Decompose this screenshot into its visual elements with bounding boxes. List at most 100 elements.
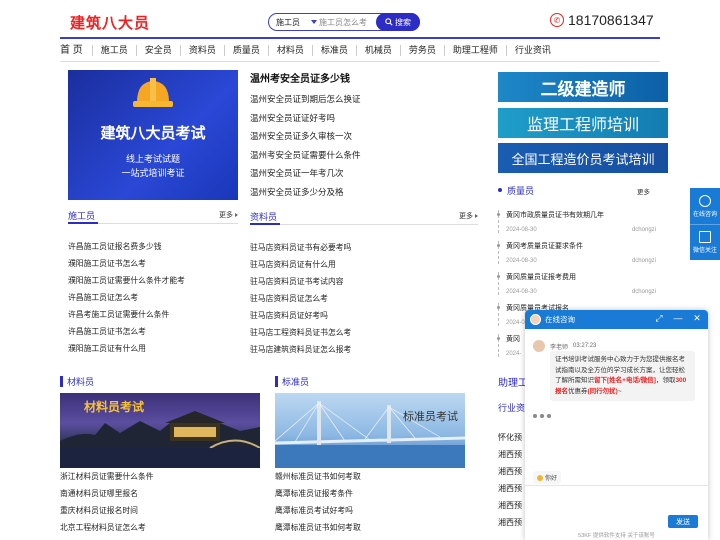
search-button[interactable]: 搜索: [376, 13, 420, 31]
builder-section-header: 施工员 更多: [68, 208, 238, 224]
search-category-select[interactable]: 施工员: [276, 17, 300, 28]
list-item[interactable]: 湘西预: [498, 500, 522, 511]
list-item[interactable]: 湘西预: [498, 483, 522, 494]
list-item[interactable]: 温州安全员证到期后怎么换证: [250, 93, 361, 112]
list-item[interactable]: 温州考安全员证需要什么条件: [250, 149, 361, 168]
expand-icon[interactable]: ⤢: [654, 313, 664, 323]
list-item[interactable]: 黄冈考质量员证要求条件 2024-08-30 dchongzi: [497, 241, 668, 264]
list-item[interactable]: 南通材料员证哪里报名: [60, 488, 154, 505]
ad-supervision-engineer[interactable]: 监理工程师培训: [498, 108, 668, 138]
section-title[interactable]: 质量员: [507, 184, 534, 197]
list-item[interactable]: 驻马店工程资料员证书怎么考: [250, 327, 351, 344]
list-item[interactable]: 驻马店资料员证好考吗: [250, 310, 351, 327]
list-item[interactable]: 鹰潭标准员证书如何考取: [275, 522, 361, 539]
section-title[interactable]: 施工员: [68, 209, 95, 222]
list-item[interactable]: 驻马店建筑资料员证怎么报考: [250, 344, 351, 361]
site-logo[interactable]: 建筑八大员: [70, 12, 150, 33]
nav-labor[interactable]: 劳务员: [401, 44, 445, 56]
more-link[interactable]: 更多: [459, 211, 478, 221]
list-item[interactable]: 许昌考施工员证需要什么条件: [68, 309, 185, 326]
headline-title[interactable]: 温州考安全员证多少钱: [250, 70, 350, 85]
item-title: 黄冈质量员证报考费用: [497, 272, 668, 282]
nav-safety[interactable]: 安全员: [137, 44, 181, 56]
nav-material[interactable]: 材料员: [269, 44, 313, 56]
list-item[interactable]: 许昌施工员证书怎么考: [68, 326, 185, 343]
list-item[interactable]: 重庆材料员证报名时间: [60, 505, 154, 522]
phone-number: 18170861347: [568, 12, 654, 28]
list-item[interactable]: 温州安全员证一年考几次: [250, 167, 361, 186]
nav-industry-news[interactable]: 行业资讯: [507, 45, 559, 56]
item-author: dchongzi: [631, 289, 656, 295]
section-title[interactable]: 材料员: [67, 375, 94, 388]
list-item[interactable]: 驻马店资料员证怎么考: [250, 293, 351, 310]
phone-contact: ✆ 18170861347: [550, 12, 654, 28]
list-item[interactable]: 浙江材料员证需要什么条件: [60, 471, 154, 488]
list-item[interactable]: 鹰潭标准员考试好考吗: [275, 505, 361, 522]
bridge-scene-image: [275, 401, 465, 468]
chevron-down-icon[interactable]: [311, 20, 317, 24]
nav-home[interactable]: 首 页: [60, 44, 93, 56]
industry-section-title[interactable]: 行业资: [498, 401, 525, 414]
list-item[interactable]: 湘西预: [498, 466, 522, 477]
ad-label: 全国工程造价员考试培训: [511, 151, 655, 167]
item-author: dchongzi: [631, 227, 656, 233]
material-image[interactable]: 材料员考试: [60, 393, 260, 468]
standard-section-header: 标准员: [275, 372, 465, 390]
chat-header[interactable]: 在线咨询 ⤢ — ✕: [525, 310, 708, 329]
send-button[interactable]: 发送: [668, 515, 698, 528]
nav-data[interactable]: 资料员: [181, 44, 225, 56]
standard-image[interactable]: 标准员考试: [275, 393, 465, 468]
list-item[interactable]: 许昌施工员证怎么考: [68, 292, 185, 309]
data-list: 驻马店资料员证书有必要考吗 驻马店资料员证有什么用 驻马店资料员证书考试内容 驻…: [250, 242, 351, 361]
banner-title: 建筑八大员考试: [100, 125, 206, 142]
ad-label: 二级建造师: [540, 79, 626, 99]
list-item[interactable]: 驻马店资料员证书有必要考吗: [250, 242, 351, 259]
list-item[interactable]: 许昌施工员证报名费多少钱: [68, 241, 185, 258]
message-highlight: (同行勿扰): [587, 387, 618, 395]
list-item[interactable]: 湘西预: [498, 449, 522, 460]
nav-builder[interactable]: 施工员: [93, 44, 137, 56]
material-list: 浙江材料员证需要什么条件 南通材料员证哪里报名 重庆材料员证报名时间 北京工程材…: [60, 471, 154, 539]
list-item[interactable]: 赣州标准员证书如何考取: [275, 471, 361, 488]
online-consult-button[interactable]: 在线咨询: [690, 188, 720, 224]
assistant-section-title[interactable]: 助理工: [498, 374, 528, 389]
list-item[interactable]: 濮阳施工员证需要什么条件才能考: [68, 275, 185, 292]
chat-footer: 53KF 提供软件支持 关于该账号: [578, 533, 655, 539]
section-title[interactable]: 标准员: [282, 375, 309, 388]
ad-second-class-constructor[interactable]: 二级建造师: [498, 72, 668, 102]
quick-reply-button[interactable]: 你好: [533, 471, 562, 484]
section-marker: [60, 376, 63, 387]
minimize-icon[interactable]: —: [673, 313, 683, 323]
list-item[interactable]: 温州安全员证多少分及格: [250, 186, 361, 205]
list-item[interactable]: 怀化预: [498, 432, 522, 443]
ad-label: 监理工程师培训: [526, 117, 639, 134]
list-item[interactable]: 驻马店资料员证有什么用: [250, 259, 351, 276]
more-link[interactable]: 更多: [637, 186, 650, 196]
list-item[interactable]: 濮阳施工员证书怎么考: [68, 258, 185, 275]
search-input[interactable]: [319, 16, 371, 29]
close-icon[interactable]: ✕: [692, 313, 702, 323]
list-item[interactable]: 驻马店资料员证书考试内容: [250, 276, 351, 293]
nav-assistant-engineer[interactable]: 助理工程师: [445, 44, 507, 56]
ad-cost-engineer[interactable]: 全国工程造价员考试培训: [498, 143, 668, 173]
more-link[interactable]: 更多: [219, 210, 238, 220]
nav-quality[interactable]: 质量员: [225, 44, 269, 56]
list-item[interactable]: 黄冈市政质量员证书有效期几年 2024-08-30 dchongzi: [497, 210, 668, 233]
list-item[interactable]: 温州安全员证多久审核一次: [250, 130, 361, 149]
list-item[interactable]: 黄冈质量员证报考费用 2024-08-30 dchongzi: [497, 272, 668, 295]
bullet-icon: [498, 188, 502, 192]
section-title[interactable]: 资料员: [250, 210, 277, 223]
standard-list: 赣州标准员证书如何考取 鹰潭标准员证报考条件 鹰潭标准员考试好考吗 鹰潭标准员证…: [275, 471, 361, 539]
exam-banner[interactable]: 建筑八大员考试 线上考试试题 一站式培训考证: [68, 70, 238, 200]
list-item[interactable]: 鹰潭标准员证报考条件: [275, 488, 361, 505]
material-image-caption: 材料员考试: [84, 400, 145, 414]
nav-standard[interactable]: 标准员: [313, 44, 357, 56]
wechat-follow-button[interactable]: 微信关注: [690, 224, 720, 260]
list-item[interactable]: 濮阳施工员证有什么用: [68, 343, 185, 360]
list-item[interactable]: 温州安全员证证好考吗: [250, 112, 361, 131]
list-item[interactable]: 湘西预: [498, 517, 522, 528]
nav-machinery[interactable]: 机械员: [357, 44, 401, 56]
list-item[interactable]: 北京工程材料员证怎么考: [60, 522, 154, 539]
standard-image-caption: 标准员考试: [403, 411, 458, 423]
data-section-header: 资料员 更多: [250, 209, 478, 225]
